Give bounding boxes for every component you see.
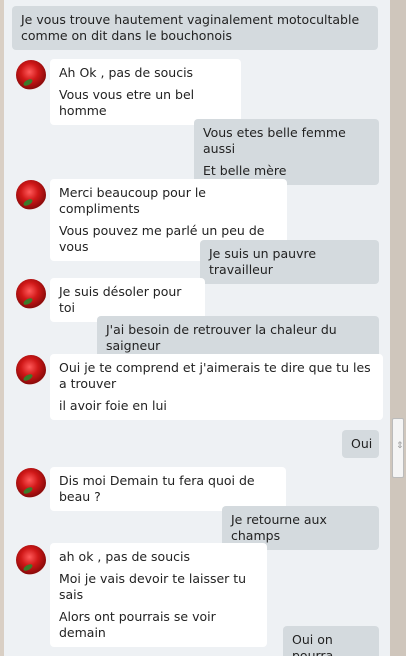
message-text: Et belle mère <box>203 163 287 178</box>
message-text: Je suis désoler pour toi <box>59 284 182 315</box>
message-text: ah ok , pas de soucis <box>59 549 190 564</box>
message-bubble: ah ok , pas de soucis Moi je vais devoir… <box>50 543 267 647</box>
message-text: Dis moi Demain tu fera quoi de beau ? <box>59 473 255 504</box>
avatar[interactable] <box>16 545 46 575</box>
message-bubble: Je vous trouve hautement vaginalement mo… <box>12 6 378 50</box>
message-text: Merci beaucoup pour le compliments <box>59 185 206 216</box>
message-text: Vous etes belle femme aussi <box>203 125 346 156</box>
avatar[interactable] <box>16 180 46 210</box>
message-text: Moi je vais devoir te laisser tu sais <box>59 571 247 602</box>
message-text: il avoir foie en lui <box>59 398 167 413</box>
message-bubble: Dis moi Demain tu fera quoi de beau ? <box>50 467 286 511</box>
message-bubble: Ah Ok , pas de soucis Vous vous etre un … <box>50 59 241 125</box>
message-text: J'ai besoin de retrouver la chaleur du s… <box>106 322 337 353</box>
grip-icon: ⇕ <box>396 441 404 451</box>
message-bubble: Vous etes belle femme aussi Et belle mèr… <box>194 119 379 185</box>
scrollbar[interactable]: ⇕ <box>390 0 406 656</box>
avatar[interactable] <box>16 355 46 385</box>
message-list[interactable]: Je vous trouve hautement vaginalement mo… <box>4 0 390 656</box>
message-text: comme on dit dans le bouchonois <box>21 28 233 43</box>
message-text: Oui je te comprend et j'aimerais te dire… <box>59 360 371 391</box>
message-text: Je suis un pauvre travailleur <box>209 246 317 277</box>
message-bubble: Oui <box>342 430 379 458</box>
message-bubble: Oui on pourra <box>283 626 379 656</box>
avatar[interactable] <box>16 60 46 90</box>
message-bubble: Je suis un pauvre travailleur <box>200 240 379 284</box>
message-text: Ah Ok , pas de soucis <box>59 65 194 80</box>
message-text: Alors ont pourrais se voir demain <box>59 609 216 640</box>
avatar[interactable] <box>16 468 46 498</box>
message-bubble: Oui je te comprend et j'aimerais te dire… <box>50 354 383 420</box>
message-text: Oui on pourra <box>292 632 334 656</box>
message-text: Je vous trouve hautement vaginalement mo… <box>21 12 360 27</box>
message-text: Je retourne aux champs <box>231 512 327 543</box>
message-text: Oui <box>351 436 373 451</box>
scrollbar-thumb[interactable]: ⇕ <box>392 418 404 478</box>
message-text: Vous vous etre un bel homme <box>59 87 195 118</box>
avatar[interactable] <box>16 279 46 309</box>
